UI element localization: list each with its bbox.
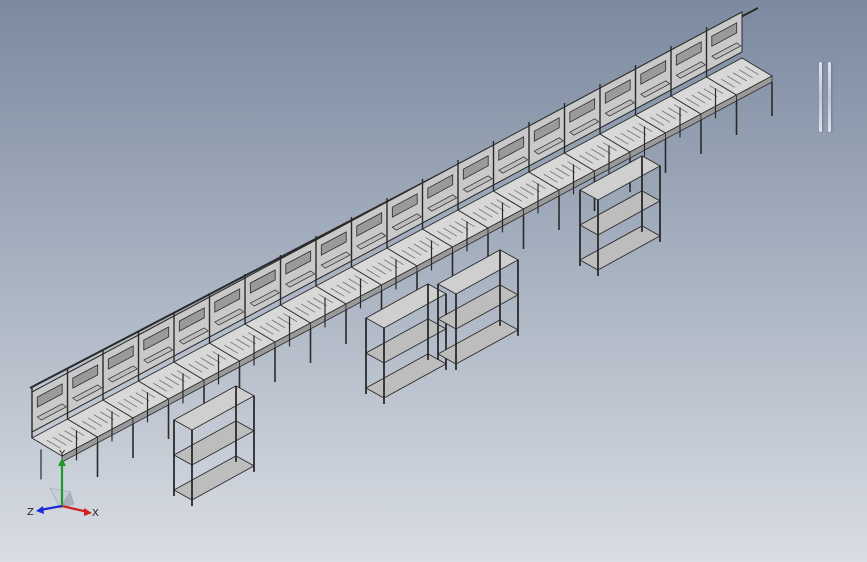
assembly-line-model[interactable] (0, 0, 867, 562)
y-axis-label: Y (58, 449, 66, 460)
shelf-board (579, 190, 661, 236)
reference-triad: X Y Z (27, 449, 99, 519)
shelf-board (173, 455, 255, 501)
shelf-board (579, 225, 661, 271)
shelf-board (365, 353, 447, 399)
x-axis-label: X (92, 508, 99, 519)
shelf-unit (173, 385, 255, 506)
shelf-unit (365, 283, 447, 404)
shelf-board (437, 319, 519, 365)
shelf-board (365, 318, 447, 364)
z-axis-arrowhead (36, 506, 44, 514)
bench-legs (40, 82, 773, 496)
shelf-board (437, 284, 519, 330)
shelf-board (173, 420, 255, 466)
z-axis-label: Z (27, 507, 34, 518)
conveyor-bed (31, 57, 773, 463)
shelf-unit (437, 249, 519, 370)
x-axis-arrowhead (84, 508, 92, 516)
shelf-board (437, 249, 519, 295)
viewport-split-handle[interactable] (816, 62, 838, 132)
graphics-viewport[interactable]: X Y Z (0, 0, 867, 562)
